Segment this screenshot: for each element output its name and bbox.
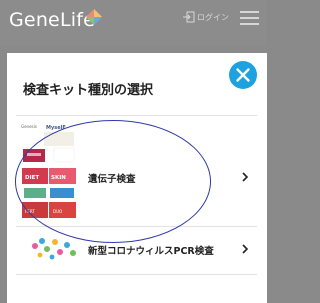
chevron-right-icon (242, 244, 249, 254)
app-header: GeneLife ログイン (0, 0, 267, 46)
svg-text:Genesis: Genesis (21, 124, 37, 129)
logo-diamond-icon (86, 9, 102, 25)
login-button[interactable]: ログイン (183, 10, 229, 24)
login-icon (183, 11, 195, 23)
close-button[interactable] (229, 61, 257, 89)
modal-title: 検査キット種別の選択 (23, 83, 154, 98)
chevron-right-icon (242, 172, 249, 182)
logo-text: GeneLife (9, 9, 95, 31)
divider (16, 274, 257, 275)
kit-option-label: 新型コロナウィルスPCR検査 (88, 246, 214, 257)
close-icon (236, 68, 250, 82)
pcr-kit-logo-icon (32, 238, 76, 260)
highlight-ellipse-annotation (15, 120, 211, 243)
menu-hamburger-icon[interactable] (240, 11, 259, 25)
login-label: ログイン (197, 12, 229, 22)
